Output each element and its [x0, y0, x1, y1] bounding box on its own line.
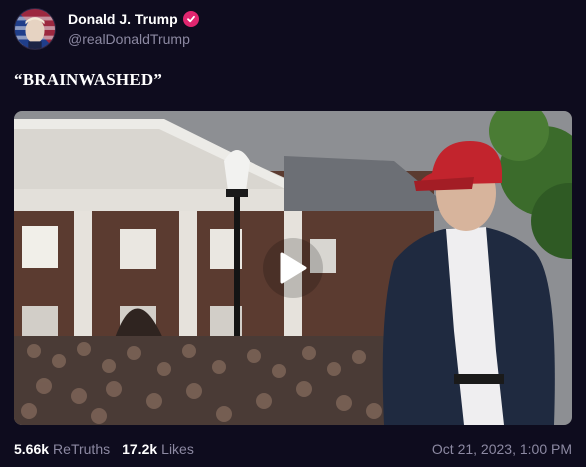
post-footer: 5.66k ReTruths 17.2k Likes Oct 21, 2023,… [14, 440, 572, 458]
retruths-stat[interactable]: 5.66k ReTruths [14, 441, 110, 457]
play-button[interactable] [263, 238, 323, 298]
play-icon [280, 252, 307, 284]
post-header: Donald J. Trump @realDonaldTrump [14, 7, 199, 51]
display-name[interactable]: Donald J. Trump [68, 11, 178, 27]
post-text: “BRAINWASHED” [14, 70, 163, 89]
likes-stat[interactable]: 17.2k Likes [122, 441, 194, 457]
likes-label: Likes [161, 441, 194, 457]
user-handle[interactable]: @realDonaldTrump [68, 31, 199, 47]
verified-badge-icon [182, 11, 199, 27]
avatar[interactable] [14, 8, 56, 50]
author-names: Donald J. Trump @realDonaldTrump [68, 11, 199, 47]
video-player[interactable] [14, 111, 572, 425]
retruths-count: 5.66k [14, 441, 50, 457]
likes-count: 17.2k [122, 441, 158, 457]
retruths-label: ReTruths [53, 441, 111, 457]
post-timestamp[interactable]: Oct 21, 2023, 1:00 PM [432, 441, 572, 457]
display-name-row: Donald J. Trump [68, 11, 199, 27]
truth-post: Donald J. Trump @realDonaldTrump “BRAINW… [0, 0, 586, 467]
